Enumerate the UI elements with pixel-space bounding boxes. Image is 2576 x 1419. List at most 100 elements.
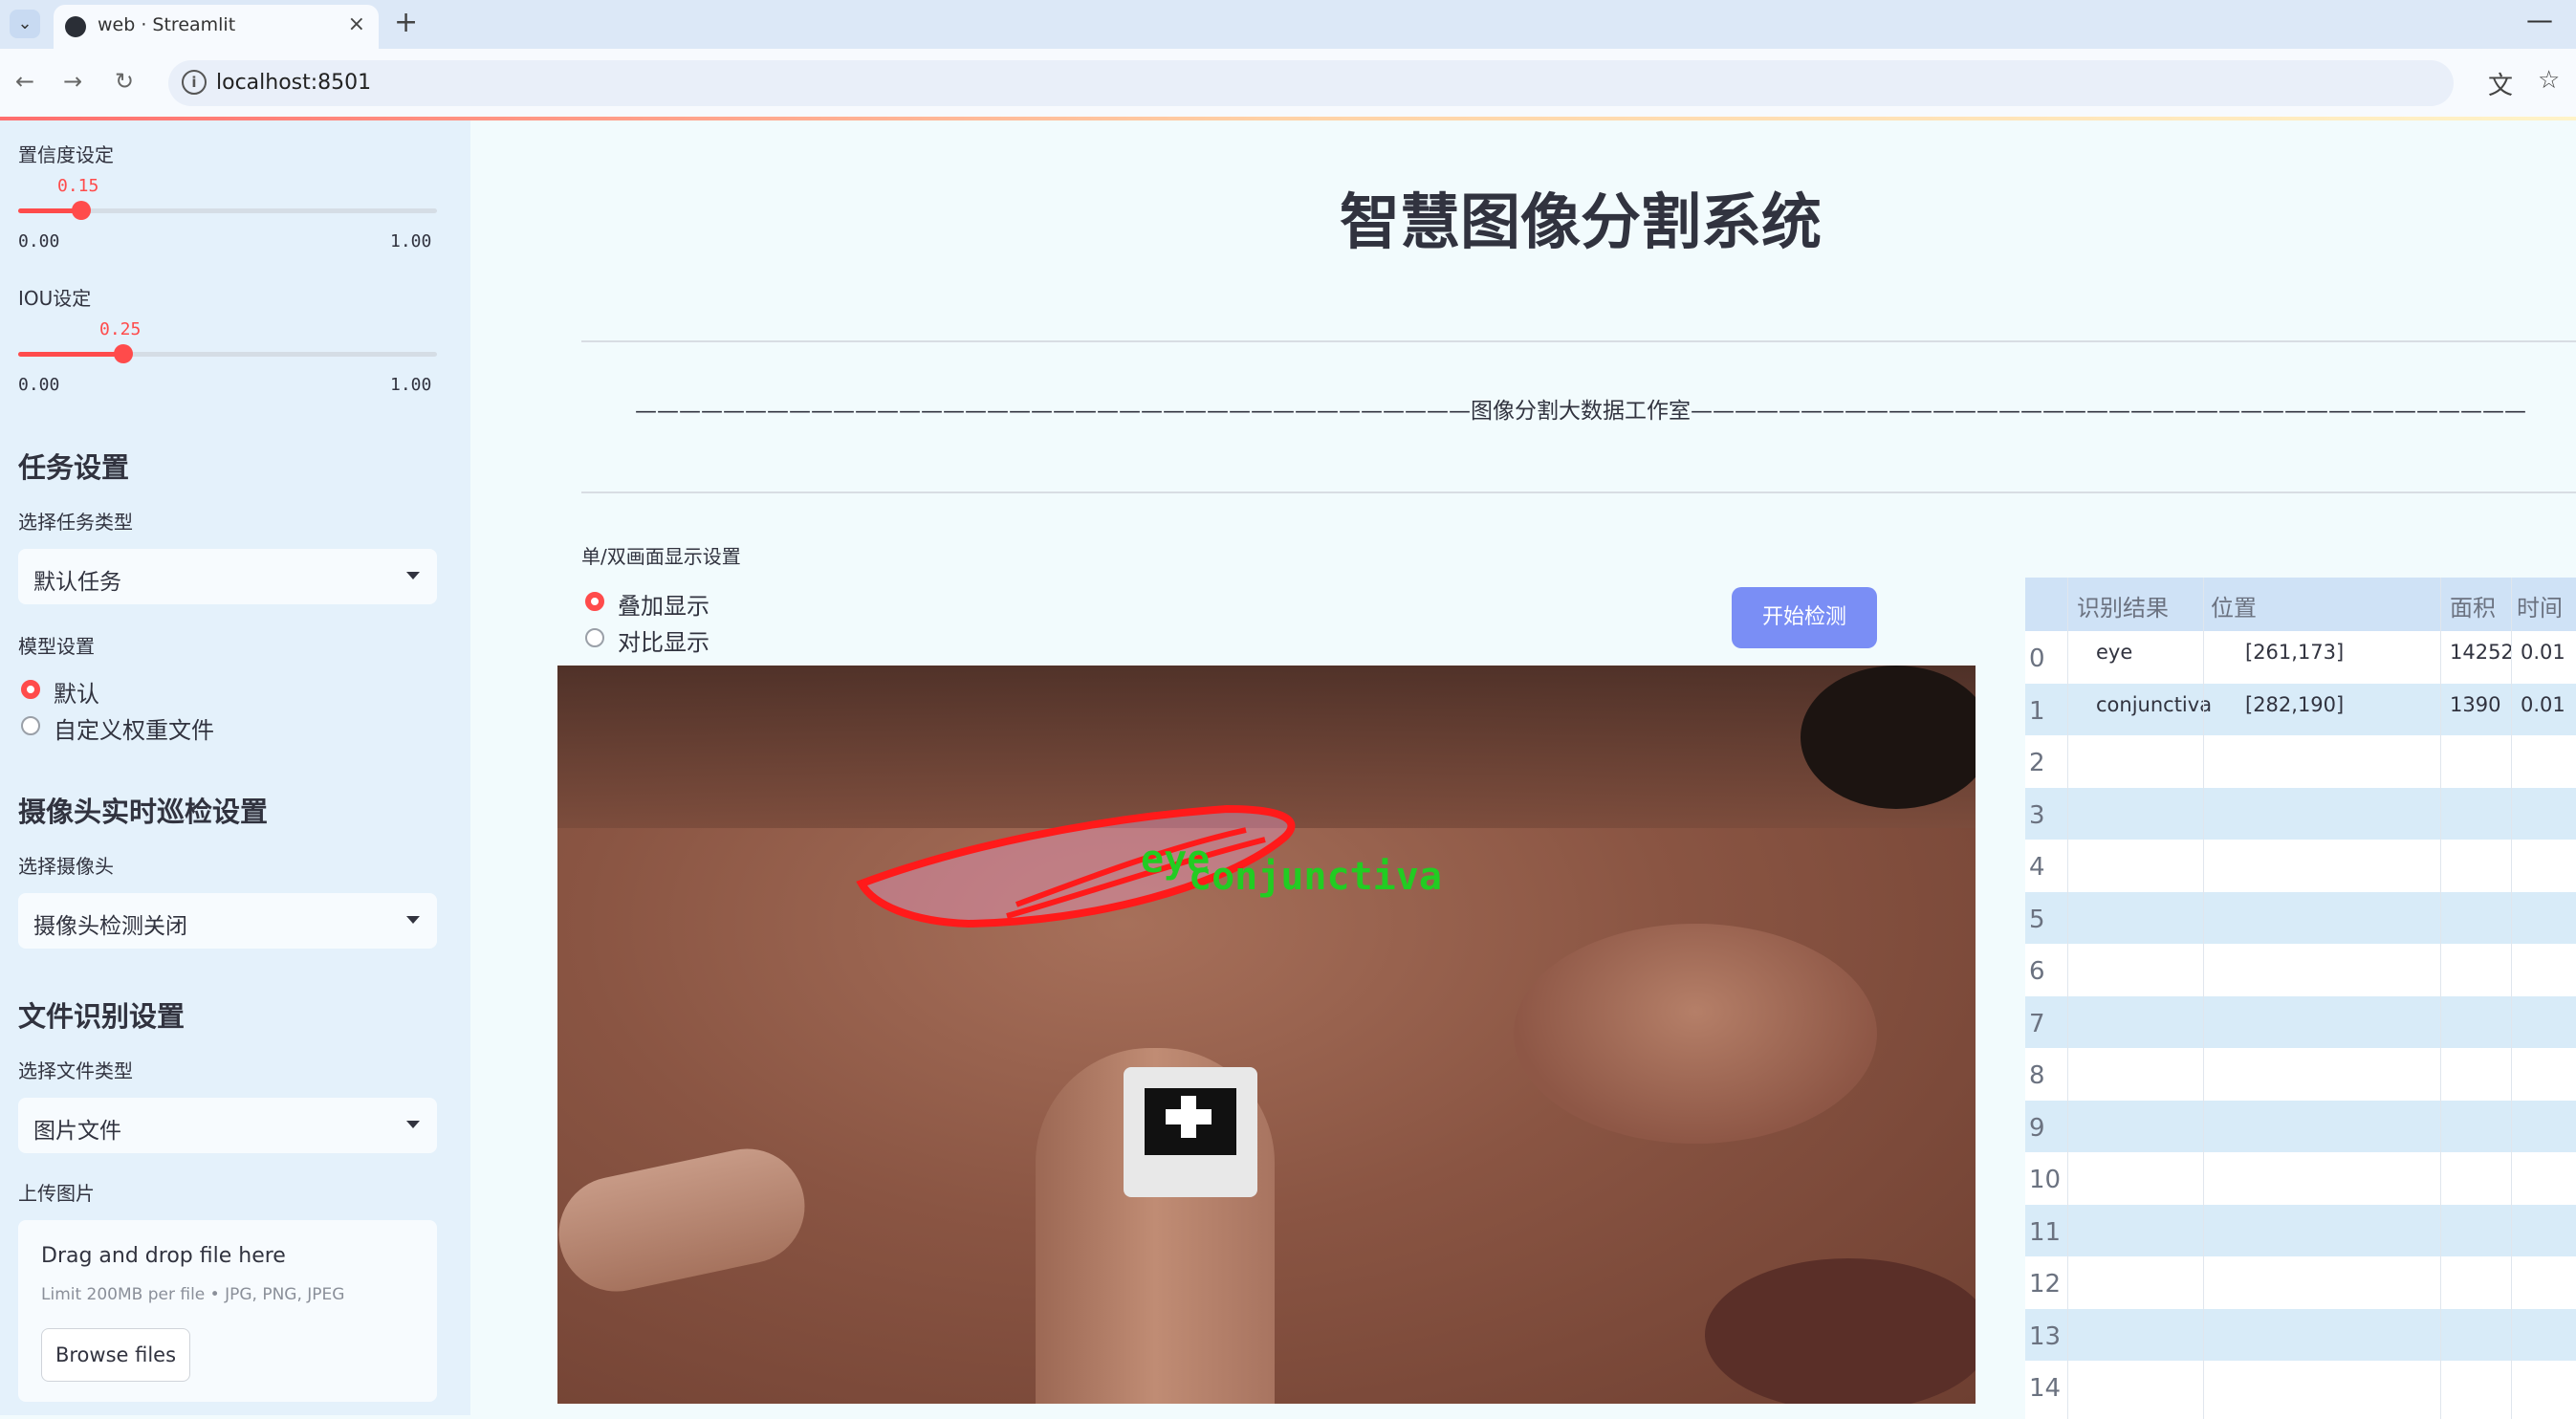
iou-slider-thumb[interactable] bbox=[113, 344, 133, 363]
file-dropzone[interactable]: Drag and drop file here Limit 200MB per … bbox=[18, 1220, 437, 1402]
cell-result: eye bbox=[2096, 641, 2133, 664]
row-index: 3 bbox=[2029, 800, 2045, 830]
confidence-slider[interactable] bbox=[18, 201, 437, 220]
url-field[interactable]: i localhost:8501 bbox=[168, 60, 2454, 106]
camera-settings-heading: 摄像头实时巡检设置 bbox=[18, 796, 269, 828]
cell-area: 14252 bbox=[2450, 641, 2514, 664]
start-detection-button[interactable]: 开始检测 bbox=[1732, 587, 1877, 648]
chevron-down-icon bbox=[406, 916, 420, 924]
cell-area: 1390 bbox=[2450, 692, 2501, 716]
display-mode-label: 单/双画面显示设置 bbox=[581, 545, 741, 568]
radio-selected-icon[interactable] bbox=[585, 592, 604, 611]
table-row[interactable]: 9 bbox=[2025, 1100, 2576, 1152]
upload-label: 上传图片 bbox=[18, 1182, 95, 1205]
reload-icon[interactable]: ↻ bbox=[115, 68, 134, 95]
segmentation-result-image: eye conjunctiva bbox=[557, 666, 1976, 1404]
row-index: 13 bbox=[2029, 1321, 2062, 1351]
row-index: 9 bbox=[2029, 1113, 2045, 1143]
browser-tab[interactable]: web · Streamlit × bbox=[54, 5, 379, 49]
iou-slider[interactable] bbox=[18, 344, 437, 363]
row-index: 6 bbox=[2029, 957, 2045, 986]
task-type-select[interactable]: 默认任务 bbox=[18, 549, 437, 604]
translate-icon[interactable]: ⽂ bbox=[2488, 66, 2513, 101]
camera-select-label: 选择摄像头 bbox=[18, 855, 114, 878]
radio-unselected-icon[interactable] bbox=[21, 716, 40, 735]
chevron-down-icon bbox=[406, 572, 420, 579]
table-row[interactable]: 11 bbox=[2025, 1204, 2576, 1256]
browser-tab-bar: ⌄ web · Streamlit × + — bbox=[0, 0, 2576, 49]
sidebar: 置信度设定 0.15 0.00 1.00 IOU设定 0.25 0.00 1.0… bbox=[0, 120, 470, 1415]
row-index: 12 bbox=[2029, 1270, 2062, 1299]
row-index: 4 bbox=[2029, 853, 2045, 882]
dropzone-title: Drag and drop file here bbox=[41, 1244, 286, 1268]
header-position[interactable]: 位置 bbox=[2211, 589, 2257, 622]
table-row[interactable]: 8 bbox=[2025, 1048, 2576, 1100]
tab-close-icon[interactable]: × bbox=[348, 12, 365, 36]
row-index: 2 bbox=[2029, 749, 2045, 777]
row-index: 1 bbox=[2029, 696, 2045, 726]
table-row[interactable]: 4 bbox=[2025, 840, 2576, 891]
row-index: 10 bbox=[2029, 1166, 2062, 1194]
iou-slider-fill bbox=[18, 352, 123, 357]
model-settings-label: 模型设置 bbox=[18, 635, 95, 658]
table-row[interactable]: 14 bbox=[2025, 1361, 2576, 1412]
cell-position: [261,173] bbox=[2245, 641, 2345, 664]
bookmark-star-icon[interactable]: ☆ bbox=[2538, 66, 2560, 95]
conjunctiva-overlay-label: conjunctiva bbox=[1189, 855, 1442, 899]
model-option-label: 默认 bbox=[54, 681, 99, 708]
row-index: 8 bbox=[2029, 1061, 2045, 1090]
browse-files-button[interactable]: Browse files bbox=[41, 1328, 190, 1382]
model-option-label: 自定义权重文件 bbox=[54, 717, 214, 744]
forward-arrow-icon[interactable]: → bbox=[63, 68, 82, 95]
table-row[interactable]: 10 bbox=[2025, 1152, 2576, 1204]
table-row[interactable]: 3 bbox=[2025, 787, 2576, 840]
display-mode-option: 对比显示 bbox=[618, 629, 709, 656]
header-result[interactable]: 识别结果 bbox=[2077, 589, 2169, 622]
cell-position: [282,190] bbox=[2245, 692, 2345, 716]
row-index: 11 bbox=[2029, 1217, 2062, 1247]
table-row[interactable]: 6 bbox=[2025, 944, 2576, 995]
radio-selected-icon[interactable] bbox=[21, 680, 40, 699]
file-type-select[interactable]: 图片文件 bbox=[18, 1098, 437, 1153]
table-row[interactable]: 13 bbox=[2025, 1308, 2576, 1361]
task-type-value: 默认任务 bbox=[33, 570, 121, 595]
table-row[interactable]: 7 bbox=[2025, 995, 2576, 1048]
camera-select[interactable]: 摄像头检测关闭 bbox=[18, 893, 437, 949]
new-tab-button[interactable]: + bbox=[394, 6, 418, 39]
iou-label: IOU设定 bbox=[18, 287, 92, 310]
tab-list-chevron-icon[interactable]: ⌄ bbox=[10, 10, 40, 38]
cell-result: conjunctiva bbox=[2096, 692, 2213, 716]
confidence-slider-thumb[interactable] bbox=[71, 201, 91, 220]
confidence-min: 0.00 bbox=[18, 231, 60, 251]
minimize-window-button[interactable]: — bbox=[2526, 4, 2553, 35]
divider bbox=[581, 340, 2576, 342]
page-title: 智慧图像分割系统 bbox=[1340, 187, 1822, 257]
confidence-value: 0.15 bbox=[57, 176, 99, 196]
back-arrow-icon[interactable]: ← bbox=[15, 68, 34, 95]
results-table[interactable]: 0 eye [261,173] 14252 0.01 1 conjunctiva [282,1… bbox=[2025, 578, 2576, 1419]
table-row[interactable]: 1 conjunctiva [282,190] 1390 0.01 bbox=[2025, 683, 2576, 735]
file-type-label: 选择文件类型 bbox=[18, 1059, 133, 1082]
table-row[interactable]: 5 bbox=[2025, 891, 2576, 944]
dropzone-limit: Limit 200MB per file • JPG, PNG, JPEG bbox=[41, 1285, 345, 1304]
header-area[interactable]: 面积 bbox=[2450, 589, 2496, 622]
radio-unselected-icon[interactable] bbox=[585, 628, 604, 647]
iou-value: 0.25 bbox=[99, 319, 142, 339]
header-time[interactable]: 时间 bbox=[2517, 589, 2563, 622]
table-row[interactable]: 2 bbox=[2025, 735, 2576, 787]
chevron-down-icon bbox=[406, 1121, 420, 1128]
cell-time: 0.01 bbox=[2521, 692, 2565, 716]
confidence-max: 1.00 bbox=[390, 231, 432, 251]
streamlit-favicon-icon bbox=[65, 16, 86, 37]
iou-max: 1.00 bbox=[390, 375, 432, 395]
iou-min: 0.00 bbox=[18, 375, 60, 395]
table-row[interactable]: 0 eye [261,173] 14252 0.01 bbox=[2025, 631, 2576, 683]
tab-title: web · Streamlit bbox=[98, 14, 236, 35]
site-info-icon[interactable]: i bbox=[182, 70, 207, 95]
url-text[interactable]: localhost:8501 bbox=[216, 71, 371, 95]
cell-time: 0.01 bbox=[2521, 641, 2565, 664]
row-index: 0 bbox=[2029, 644, 2045, 673]
row-index: 14 bbox=[2029, 1374, 2062, 1403]
table-row[interactable]: 12 bbox=[2025, 1256, 2576, 1308]
studio-banner: ——————————————————————————————————————图像… bbox=[635, 399, 2526, 424]
